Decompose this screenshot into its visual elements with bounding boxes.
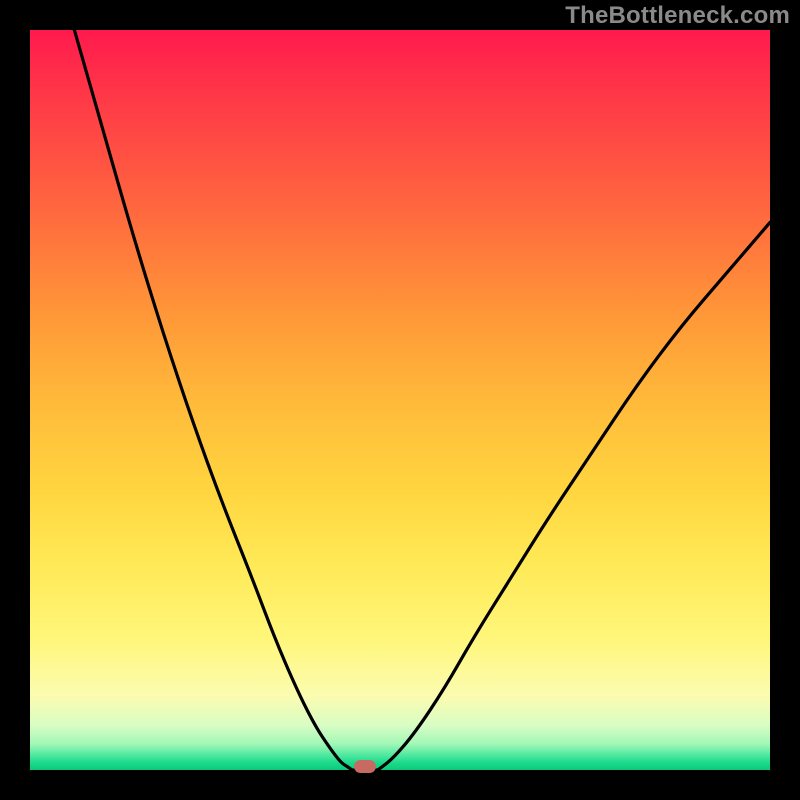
curve-svg: [30, 30, 770, 770]
plot-area: [30, 30, 770, 770]
bottleneck-curve: [74, 30, 770, 770]
valley-marker: [354, 760, 376, 773]
chart-frame: TheBottleneck.com: [0, 0, 800, 800]
watermark-text: TheBottleneck.com: [565, 2, 790, 30]
